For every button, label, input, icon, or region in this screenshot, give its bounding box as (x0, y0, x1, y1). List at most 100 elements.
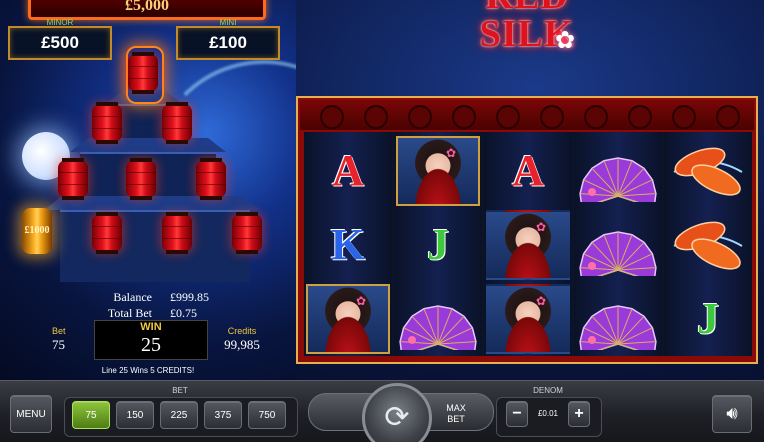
lantern (128, 52, 158, 94)
symbol-a: A (304, 134, 392, 208)
pagoda-scene: £5,000 MINOR £500 MINI £100 £1000 Balanc… (0, 0, 296, 380)
balance-value: £999.85 (170, 290, 209, 304)
lantern (92, 102, 122, 144)
hair-flower-icon: ✿ (446, 146, 457, 160)
total-bet-value: £0.75 (170, 306, 197, 320)
max-bet-line-1: MAX (446, 403, 466, 413)
balance-label: Balance (113, 290, 152, 304)
credits-value: 99,985 (224, 337, 260, 352)
symbol-geisha: ✿ (394, 134, 482, 208)
reels-header (300, 100, 754, 130)
bet-panel: Bet 75 (30, 326, 90, 358)
lantern (92, 212, 122, 254)
bet-option-150[interactable]: 150 (116, 401, 154, 429)
symbol-k: K (304, 208, 392, 282)
control-bar: MENU BET 75 150 225 375 750 ⟳ MAX BET DE… (0, 380, 764, 442)
reels-grid: A K ✿ ✿ J A ✿ ✿ J (304, 132, 752, 356)
symbol-geisha: ✿ (484, 282, 572, 356)
symbol-koi (664, 134, 752, 208)
lantern (196, 158, 226, 200)
reel-4 (574, 132, 662, 356)
flower-icon: ✿ (555, 28, 576, 54)
symbol-j: J (664, 282, 752, 356)
card-symbol-text: A (512, 146, 544, 195)
ornament-ring (408, 105, 432, 129)
koi-fish-icon (673, 221, 743, 270)
symbol-fan (574, 134, 662, 208)
fan-icon (579, 157, 657, 202)
game-screen: £5,000 MINOR £500 MINI £100 £1000 Balanc… (0, 0, 764, 442)
card-symbol-text: J (427, 220, 449, 269)
lantern (162, 212, 192, 254)
card-symbol-text: A (332, 146, 364, 195)
card-symbol-text: K (330, 220, 366, 269)
symbol-geisha: ✿ (484, 208, 572, 282)
ornament-ring (628, 105, 652, 129)
ornament-ring (452, 105, 476, 129)
lantern (232, 212, 262, 254)
minor-jackpot-box: MINOR £500 (8, 18, 112, 60)
denom-title: DENOM (533, 386, 563, 395)
max-bet-line-2: BET (447, 414, 465, 424)
fan-icon (579, 305, 657, 350)
sound-button[interactable]: 🔊︎ (712, 395, 752, 433)
geisha-icon: ✿ (486, 284, 570, 354)
denom-value: £0.01 (537, 409, 559, 418)
bet-value: 75 (52, 337, 65, 352)
bet-option-375[interactable]: 375 (204, 401, 242, 429)
mini-jackpot-label: MINI (219, 18, 237, 27)
total-bet-label: Total Bet (107, 306, 152, 320)
hair-flower-icon: ✿ (536, 220, 547, 234)
bet-label: Bet (52, 326, 66, 336)
pagoda-tier (60, 210, 250, 282)
grand-jackpot-display: £5,000 (28, 0, 266, 20)
win-panel: WIN 25 (94, 320, 208, 360)
geisha-icon: ✿ (486, 210, 570, 280)
symbol-geisha: ✿ (304, 282, 392, 356)
bet-option-750[interactable]: 750 (248, 401, 286, 429)
reel-2: ✿ J (394, 132, 482, 356)
minor-jackpot-value: £500 (41, 33, 79, 52)
denom-increase-button[interactable]: + (568, 401, 590, 427)
symbol-fan (574, 208, 662, 282)
bet-title: BET (172, 386, 188, 395)
prize-lantern: £1000 (22, 208, 52, 254)
lantern (162, 102, 192, 144)
fan-icon (399, 305, 477, 350)
spin-button[interactable]: ⟳ (362, 383, 432, 442)
mini-jackpot-box: MINI £100 (176, 18, 280, 60)
win-message: Line 25 Wins 5 CREDITS! (101, 366, 195, 375)
bet-option-75[interactable]: 75 (72, 401, 110, 429)
symbol-fan (574, 282, 662, 356)
symbol-j: J (394, 208, 482, 282)
symbol-a: A (484, 134, 572, 208)
geisha-icon: ✿ (306, 284, 390, 354)
hair-flower-icon: ✿ (356, 294, 367, 308)
max-bet-button[interactable]: MAX BET (436, 403, 476, 425)
bet-option-225[interactable]: 225 (160, 401, 198, 429)
symbol-fan (394, 282, 482, 356)
game-logo: RED SILK ✿ (462, 0, 592, 68)
denom-decrease-button[interactable]: − (506, 401, 528, 427)
credits-label: Credits (227, 326, 257, 336)
reel-1: A K ✿ (304, 132, 392, 356)
speaker-icon: 🔊︎ (726, 403, 738, 424)
lantern (126, 158, 156, 200)
koi-fish-icon (673, 147, 743, 196)
reel-3: A ✿ ✿ (484, 132, 572, 356)
ornament-ring (496, 105, 520, 129)
hair-flower-icon: ✿ (536, 294, 547, 308)
ornament-ring (364, 105, 388, 129)
credits-panel: Credits 99,985 (210, 326, 274, 358)
symbol-koi (664, 208, 752, 282)
fan-icon (579, 231, 657, 276)
minor-jackpot-label: MINOR (46, 18, 74, 27)
ornament-ring (540, 105, 564, 129)
reel-5: J (664, 132, 752, 356)
spin-icon: ⟳ (384, 400, 410, 435)
menu-button[interactable]: MENU (10, 395, 52, 433)
card-symbol-text: J (697, 294, 719, 343)
mini-jackpot-value: £100 (209, 33, 247, 52)
ornament-ring (716, 105, 740, 129)
win-label: WIN (140, 321, 162, 333)
